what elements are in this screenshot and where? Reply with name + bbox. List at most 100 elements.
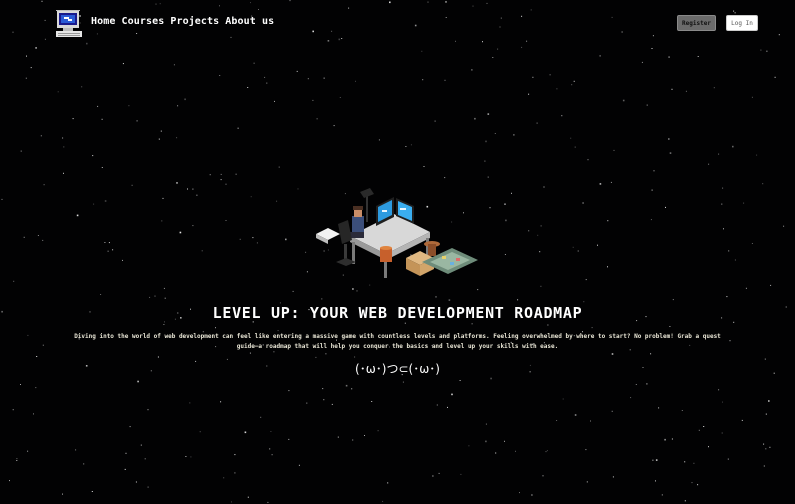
page: Home Courses Projects About us Register … [0,0,795,504]
star [599,55,601,57]
star [179,231,182,234]
star [33,413,34,415]
star [607,220,609,222]
star [460,473,462,475]
nav-projects-link[interactable]: Projects [170,16,219,27]
star [487,113,490,115]
star [161,220,163,222]
star [27,450,29,452]
star [97,105,99,107]
star [587,159,589,161]
star [35,47,37,49]
star [135,481,137,483]
star [766,50,768,52]
star [671,438,673,440]
star [723,228,724,230]
star [112,249,114,251]
star [665,206,666,208]
star [219,75,221,76]
star [765,448,767,450]
star [352,288,354,290]
star [681,410,683,411]
star [528,230,530,232]
star [448,299,451,301]
register-button[interactable]: Register [677,15,716,31]
star [721,432,723,434]
star [12,409,14,411]
star [124,468,126,470]
star [621,31,623,33]
star [305,251,307,253]
star [13,280,15,282]
star [499,26,501,28]
star [573,80,575,82]
star [751,243,753,244]
star [497,48,499,50]
star [57,91,59,93]
star [405,146,407,147]
star [162,197,164,199]
star [539,251,541,253]
star [468,445,470,447]
star [612,476,614,478]
star [586,481,588,483]
star [427,1,429,3]
nav-courses-link[interactable]: Courses [121,16,164,27]
star [474,117,476,120]
star [655,480,656,482]
star [597,244,598,246]
star [504,254,506,255]
star [231,501,232,503]
star [765,413,767,415]
star [235,173,237,175]
star [158,138,160,140]
star [611,410,613,412]
star [137,380,139,383]
star [485,440,487,443]
star [389,1,391,4]
star [778,34,780,36]
star [75,449,77,451]
star [250,2,251,4]
star [519,492,520,494]
star [16,458,18,460]
nav-about-link[interactable]: About us [225,16,274,27]
star [209,174,211,176]
star [220,179,222,181]
star [494,133,496,134]
star [306,402,308,404]
star [630,397,632,399]
star [325,353,327,355]
star [668,138,670,140]
nav-home-link[interactable]: Home [91,16,115,27]
star [582,202,584,204]
star [104,200,107,202]
star [445,1,447,3]
star [492,57,494,58]
star [577,250,579,252]
star [201,250,203,252]
star [671,88,673,90]
star [515,450,516,452]
star [364,435,365,436]
star [664,438,666,441]
login-button[interactable]: Log In [726,15,758,31]
star [445,17,447,18]
star [531,494,533,496]
star [769,446,771,448]
star [173,64,175,66]
star [774,76,776,78]
star [387,482,389,484]
star [489,207,491,209]
star [356,290,358,292]
retro-computer-icon[interactable] [55,10,83,38]
star [36,356,38,357]
star [371,401,373,402]
star [530,9,532,11]
star [184,98,186,101]
star [247,496,249,498]
star [147,486,149,488]
star [444,177,446,179]
star [270,431,272,432]
star [277,330,279,332]
